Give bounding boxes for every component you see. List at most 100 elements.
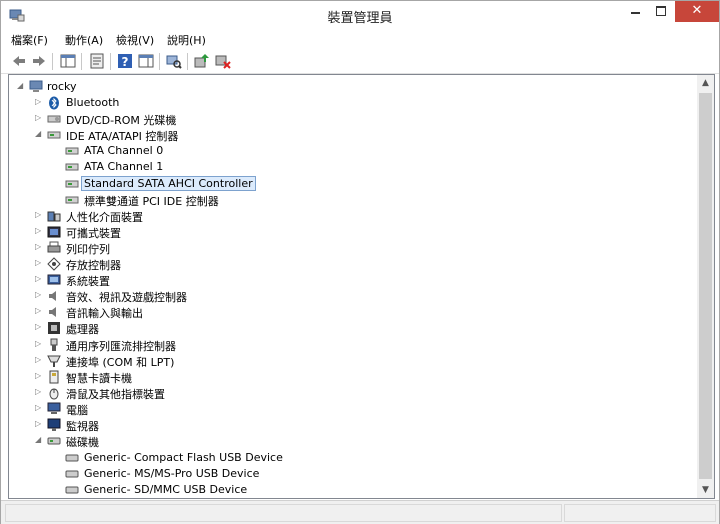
minimize-button[interactable] [622,1,648,22]
menu-file[interactable]: 檔案(F) [11,32,48,48]
tree-item-label: 音效、視訊及遊戲控制器 [66,291,187,304]
update-driver-icon[interactable] [194,53,210,69]
tree-item-label: ATA Channel 0 [84,144,164,157]
tree-item-smartcard[interactable]: ▷ 智慧卡讀卡機 [9,369,697,385]
tree-item-computer[interactable]: ▷ 電腦 [9,401,697,417]
tree-item-label: 連接埠 (COM 和 LPT) [66,356,175,369]
tree-item-mouse[interactable]: ▷ 滑鼠及其他指標裝置 [9,385,697,402]
menu-help[interactable]: 說明(H) [167,32,206,48]
tree-item-pci-ide[interactable]: 標準雙通道 PCI IDE 控制器 [9,192,697,208]
port-icon [47,355,61,367]
toolbar-separator [159,53,160,70]
tree-item-processor[interactable]: ▷ 處理器 [9,320,697,336]
collapsed-arrow-icon[interactable]: ▷ [35,275,43,283]
system-device-icon [47,274,61,285]
uninstall-device-icon[interactable] [215,53,231,69]
disk-drive-icon [65,486,79,494]
ide-channel-icon [65,147,79,155]
expanded-arrow-icon[interactable]: ◢ [35,130,43,138]
tree-item-hid[interactable]: ▷ 人性化介面裝置 [9,208,697,225]
scroll-thumb[interactable] [699,93,712,479]
ide-controller-icon [47,131,61,139]
tree-item-label: 列印佇列 [66,243,110,256]
tree-item-print-queue[interactable]: ▷ 列印佇列 [9,240,697,256]
tree-item-disk-sd[interactable]: Generic- SD/MMC USB Device [9,482,697,498]
ide-channel-icon [65,180,79,188]
tree-item-portable[interactable]: ▷ 可攜式裝置 [9,224,697,240]
ide-channel-icon [65,196,79,204]
tree-item-disk-drives[interactable]: ◢ 磁碟機 [9,433,697,450]
collapsed-arrow-icon[interactable]: ▷ [35,356,43,364]
properties-icon[interactable] [89,53,105,69]
tree-item-storage[interactable]: ▷ 存放控制器 [9,256,697,272]
device-tree[interactable]: ◢ rocky ▷ Bluetooth ▷ DVD/CD-ROM 光碟機 ◢ I… [8,74,715,499]
forward-icon[interactable] [31,53,47,69]
disk-drive-icon [47,437,61,445]
menu-action[interactable]: 動作(A) [65,32,103,48]
collapsed-arrow-icon[interactable]: ▷ [35,243,43,251]
collapsed-arrow-icon[interactable]: ▷ [35,372,43,380]
back-icon[interactable] [11,53,27,69]
vertical-scrollbar[interactable]: ▲ ▼ [697,75,714,498]
tree-item-label: 通用序列匯流排控制器 [66,340,176,353]
tree-item-label: 監視器 [66,420,99,433]
tree-item-label: 滑鼠及其他指標裝置 [66,388,165,401]
mouse-icon [49,388,59,400]
maximize-button[interactable] [648,1,675,22]
processor-icon [48,322,60,334]
tree-item-usb[interactable]: ▷ 通用序列匯流排控制器 [9,337,697,353]
ide-channel-icon [65,163,79,171]
tree-item-label: Generic- Compact Flash USB Device [84,451,283,464]
collapsed-arrow-icon[interactable]: ▷ [35,307,43,315]
action-pane-icon[interactable] [138,53,154,69]
minimize-icon [631,12,640,14]
collapsed-arrow-icon[interactable]: ▷ [35,227,43,235]
tree-item-sata-ahci[interactable]: Standard SATA AHCI Controller [9,176,697,192]
expanded-arrow-icon[interactable]: ◢ [17,82,25,90]
hid-icon [47,211,61,222]
audio-io-icon [49,307,56,317]
scroll-up-icon[interactable]: ▲ [697,75,714,91]
tree-item-disk-ms[interactable]: Generic- MS/MS-Pro USB Device [9,466,697,482]
expanded-arrow-icon[interactable]: ◢ [35,436,43,444]
tree-item-ports[interactable]: ▷ 連接埠 (COM 和 LPT) [9,353,697,369]
tree-item-label: 智慧卡讀卡機 [66,372,132,385]
scan-hardware-icon[interactable] [166,53,182,69]
collapsed-arrow-icon[interactable]: ▷ [35,388,43,396]
tree-item-ata-channel-0[interactable]: ATA Channel 0 [9,143,697,159]
close-button[interactable]: ✕ [675,1,719,22]
close-icon: ✕ [691,3,703,18]
title-bar[interactable]: 裝置管理員 ✕ [1,1,719,30]
tree-item-sound[interactable]: ▷ 音效、視訊及遊戲控制器 [9,288,697,305]
collapsed-arrow-icon[interactable]: ▷ [35,323,43,331]
collapsed-arrow-icon[interactable]: ▷ [35,114,43,122]
tree-item-audio-io[interactable]: ▷ 音訊輸入與輸出 [9,304,697,321]
show-hide-console-tree-icon[interactable] [60,53,76,69]
collapsed-arrow-icon[interactable]: ▷ [35,98,43,106]
tree-item-dvd[interactable]: ▷ DVD/CD-ROM 光碟機 [9,111,697,128]
tree-item-ide[interactable]: ◢ IDE ATA/ATAPI 控制器 [9,127,697,144]
scroll-down-icon[interactable]: ▼ [697,482,714,498]
collapsed-arrow-icon[interactable]: ▷ [35,291,43,299]
tree-item-system[interactable]: ▷ 系統裝置 [9,272,697,288]
tree-item-label-selected: Standard SATA AHCI Controller [81,176,256,191]
tree-root[interactable]: ◢ rocky [9,79,697,95]
bluetooth-icon [49,96,59,110]
tree-item-label: Bluetooth [66,96,120,109]
collapsed-arrow-icon[interactable]: ▷ [35,420,43,428]
print-queue-icon [47,241,61,253]
tree-item-bluetooth[interactable]: ▷ Bluetooth [9,95,697,111]
tree-item-monitor[interactable]: ▷ 監視器 [9,417,697,433]
collapsed-arrow-icon[interactable]: ▷ [35,259,43,267]
tree-item-disk-cf[interactable]: Generic- Compact Flash USB Device [9,450,697,466]
collapsed-arrow-icon[interactable]: ▷ [35,340,43,348]
help-icon[interactable]: ? [117,53,133,69]
collapsed-arrow-icon[interactable]: ▷ [35,404,43,412]
collapsed-arrow-icon[interactable]: ▷ [35,211,43,219]
device-manager-window: 裝置管理員 ✕ 檔案(F) 動作(A) 檢視(V) 說明(H) ? ◢ rock… [0,0,720,524]
tree-root-label: rocky [47,80,77,93]
tree-item-ata-channel-1[interactable]: ATA Channel 1 [9,159,697,175]
menu-bar: 檔案(F) 動作(A) 檢視(V) 說明(H) [1,30,719,49]
toolbar-separator [110,53,111,70]
menu-view[interactable]: 檢視(V) [116,32,154,48]
